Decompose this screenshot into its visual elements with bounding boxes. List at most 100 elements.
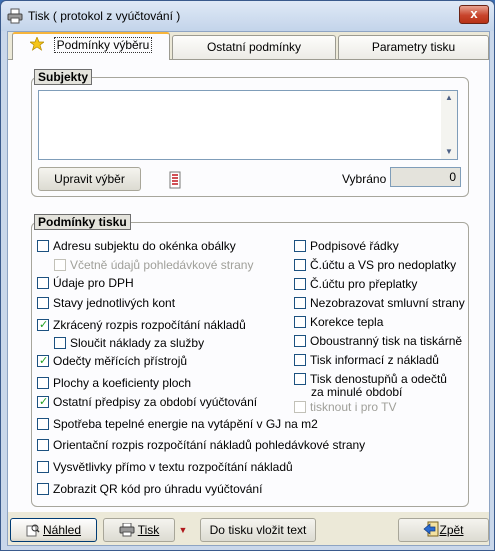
checkbox-label: Včetně údajů pohledávkové strany xyxy=(70,258,254,272)
checkbox-udaje-dph[interactable]: Údaje pro DPH xyxy=(37,276,134,292)
checkbox-label: Podpisové řádky xyxy=(310,239,399,253)
checkbox-korekce-tepla[interactable]: Korekce tepla xyxy=(294,315,383,331)
tab-label: Podmínky výběru xyxy=(53,37,153,53)
selected-count-field: 0 xyxy=(390,167,461,187)
tab-ostatni-podminky[interactable]: Ostatní podmínky xyxy=(172,35,336,59)
tab-label: Parametry tisku xyxy=(371,40,456,54)
checkbox-box[interactable] xyxy=(37,240,49,252)
checkbox-qr-kod[interactable]: Zobrazit QR kód pro úhradu vyúčtování xyxy=(37,482,262,498)
checkbox-box[interactable] xyxy=(54,337,66,349)
close-button[interactable]: x xyxy=(459,5,489,24)
checkbox-orientacni-rozpis[interactable]: Orientační rozpis rozpočítání nákladů po… xyxy=(37,438,365,454)
checkbox-box[interactable] xyxy=(294,354,306,366)
checkbox-plochy-koeficienty[interactable]: Plochy a koeficienty ploch xyxy=(37,376,191,392)
checkbox-box[interactable] xyxy=(37,297,49,309)
insert-text-button[interactable]: Do tisku vložit text xyxy=(200,518,316,542)
print-dropdown-icon[interactable]: ▼ xyxy=(177,521,189,539)
tab-podminky-vyberu[interactable]: Podmínky výběru xyxy=(12,32,170,60)
checkbox-label: Č.účtu pro přeplatky xyxy=(310,277,418,291)
tab-parametry-tisku[interactable]: Parametry tisku xyxy=(338,35,489,59)
list-icon[interactable] xyxy=(169,171,181,189)
checkbox-label: Nezobrazovat smluvní strany xyxy=(310,296,465,310)
checkbox-box[interactable] xyxy=(294,297,306,309)
checkbox-label: Vysvětlivky přímo v textu rozpočítání ná… xyxy=(53,460,293,474)
checkbox-box[interactable] xyxy=(37,461,49,473)
checkbox-box[interactable] xyxy=(294,278,306,290)
vertical-scrollbar[interactable]: ▲ ▼ xyxy=(441,91,457,159)
preview-button[interactable]: Náhled xyxy=(10,518,97,542)
back-button[interactable]: Zpět xyxy=(398,518,489,542)
checkbox-box[interactable] xyxy=(37,483,49,495)
checkbox-box[interactable]: ✓ xyxy=(37,319,49,331)
checkbox-label: Plochy a koeficienty ploch xyxy=(53,376,192,390)
checkbox-label: tisknout i pro TV xyxy=(310,400,397,414)
checkbox-label: Č.účtu a VS pro nedoplatky xyxy=(310,258,457,272)
checkbox-podpisove-radky[interactable]: Podpisové řádky xyxy=(294,239,399,255)
subjects-listbox[interactable]: ▲ ▼ xyxy=(38,90,458,160)
checkbox-label-line2: za minulé období xyxy=(311,385,403,399)
checkbox-box[interactable] xyxy=(54,259,66,271)
checkbox-vcetne-pohledavkove[interactable]: Včetně údajů pohledávkové strany xyxy=(54,258,253,274)
checkbox-box[interactable] xyxy=(294,316,306,328)
checkbox-box[interactable] xyxy=(294,259,306,271)
checkbox-tisknout-tv[interactable]: tisknout i pro TV xyxy=(294,400,396,416)
checkbox-label: Stavy jednotlivých kont xyxy=(53,296,176,310)
subjekty-group-title: Subjekty xyxy=(34,69,93,85)
checkbox-label: Údaje pro DPH xyxy=(53,276,134,290)
checkbox-box[interactable] xyxy=(37,439,49,451)
magnifier-icon xyxy=(26,522,40,544)
checkbox-vysvetlivky[interactable]: Vysvětlivky přímo v textu rozpočítání ná… xyxy=(37,460,293,476)
checkbox-box[interactable] xyxy=(37,377,49,389)
checkbox-box[interactable] xyxy=(37,418,49,430)
preview-label: Náhled xyxy=(42,523,82,537)
checkbox-label: Adresu subjektu do okénka obálky xyxy=(53,239,236,253)
checkbox-odecty-meridel[interactable]: ✓ Odečty měřících přístrojů xyxy=(37,354,187,370)
checkbox-box[interactable] xyxy=(294,335,306,347)
checkbox-label: Spotřeba tepelné energie na vytápění v G… xyxy=(53,417,318,431)
checkbox-ostatni-predpisy[interactable]: ✓ Ostatní předpisy za období vyúčtování xyxy=(37,395,257,411)
tab-page: Subjekty ▲ ▼ Upravit výběr Vybráno 0 Pod… xyxy=(8,59,489,512)
checkbox-label: Ostatní předpisy za období vyúčtování xyxy=(53,395,258,409)
scroll-up-icon[interactable]: ▲ xyxy=(441,91,457,105)
printer-icon xyxy=(119,522,135,544)
checkbox-sloucit-naklady[interactable]: Sloučit náklady za služby xyxy=(54,336,204,352)
star-icon xyxy=(28,36,45,51)
checkbox-box[interactable] xyxy=(37,277,49,289)
selected-count-label: Vybráno xyxy=(342,172,387,186)
checkmark-icon: ✓ xyxy=(39,355,49,367)
checkbox-label: Odečty měřících přístrojů xyxy=(53,354,188,368)
checkbox-label: Orientační rozpis rozpočítání nákladů po… xyxy=(53,438,366,452)
checkbox-tisk-informaci[interactable]: Tisk informací z nákladů xyxy=(294,353,439,369)
checkbox-label: Zobrazit QR kód pro úhradu vyúčtování xyxy=(53,482,263,496)
tab-strip: Podmínky výběru Ostatní podmínky Paramet… xyxy=(8,32,489,62)
window-title: Tisk ( protokol z vyúčtování ) xyxy=(28,9,181,23)
checkbox-stavy-kont[interactable]: Stavy jednotlivých kont xyxy=(37,296,175,312)
edit-selection-button[interactable]: Upravit výběr xyxy=(38,167,141,191)
checkbox-box[interactable] xyxy=(294,401,306,413)
checkbox-ucet-preplatky[interactable]: Č.účtu pro přeplatky xyxy=(294,277,417,293)
checkbox-label: Tisk informací z nákladů xyxy=(310,353,439,367)
checkbox-box[interactable]: ✓ xyxy=(37,396,49,408)
checkbox-box[interactable] xyxy=(294,373,306,385)
scroll-down-icon[interactable]: ▼ xyxy=(441,145,457,159)
checkbox-box[interactable]: ✓ xyxy=(37,355,49,367)
printer-icon xyxy=(7,8,23,24)
checkbox-label: Zkrácený rozpis rozpočítání nákladů xyxy=(53,318,246,332)
checkbox-box[interactable] xyxy=(294,240,306,252)
checkbox-nezobrazovat-strany[interactable]: Nezobrazovat smluvní strany xyxy=(294,296,465,312)
print-button[interactable]: Tisk xyxy=(103,518,175,542)
tab-label: Ostatní podmínky xyxy=(206,40,302,54)
checkbox-spotreba-tepla[interactable]: Spotřeba tepelné energie na vytápění v G… xyxy=(37,417,318,433)
checkbox-ucet-nedoplatky[interactable]: Č.účtu a VS pro nedoplatky xyxy=(294,258,456,274)
checkbox-label: Oboustranný tisk na tiskárně xyxy=(310,334,463,348)
subjekty-group: Subjekty ▲ ▼ Upravit výběr Vybráno 0 xyxy=(31,69,469,197)
checkbox-oboustranny-tisk[interactable]: Oboustranný tisk na tiskárně xyxy=(294,334,462,350)
title-bar[interactable]: Tisk ( protokol z vyúčtování ) x xyxy=(1,1,494,31)
print-dialog-window: Tisk ( protokol z vyúčtování ) x Podmínk… xyxy=(0,0,495,551)
podminky-group-title: Podmínky tisku xyxy=(34,214,131,230)
print-label: Tisk xyxy=(137,523,160,537)
dialog-client-area: Podmínky výběru Ostatní podmínky Paramet… xyxy=(7,31,490,546)
checkbox-adresa-obalka[interactable]: Adresu subjektu do okénka obálky xyxy=(37,239,236,255)
checkbox-zkraceny-rozpis[interactable]: ✓ Zkrácený rozpis rozpočítání nákladů xyxy=(37,318,246,334)
checkbox-label: Korekce tepla xyxy=(310,315,384,329)
